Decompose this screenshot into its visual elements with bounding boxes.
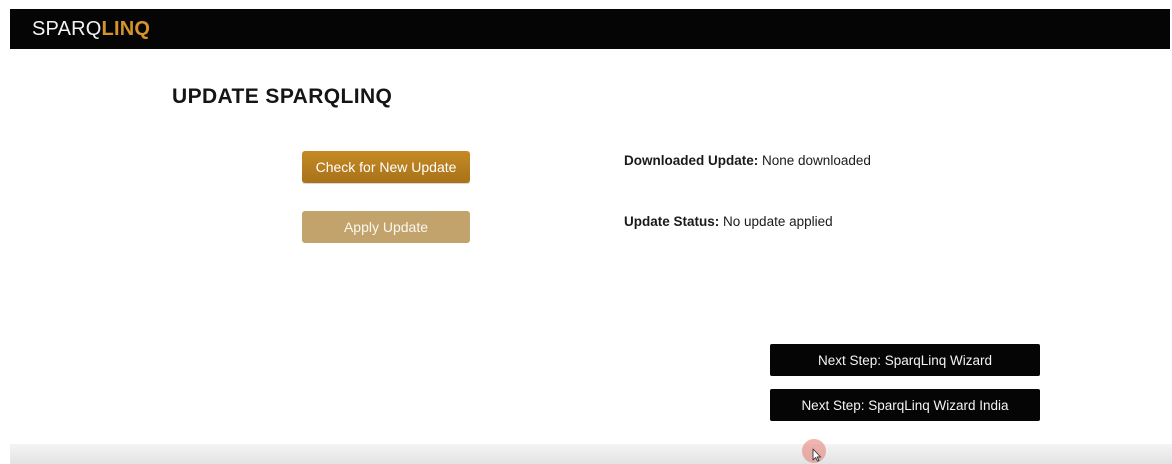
update-status-value: No update applied <box>723 214 833 229</box>
downloaded-update-status: Downloaded Update: None downloaded <box>624 152 871 170</box>
mouse-pointer-icon <box>812 448 822 462</box>
brand-logo[interactable]: SPARQLINQ <box>32 18 150 40</box>
downloaded-update-label: Downloaded Update: <box>624 153 759 168</box>
check-for-update-button[interactable]: Check for New Update <box>302 151 470 183</box>
next-step-wizard-button[interactable]: Next Step: SparqLinq Wizard <box>770 344 1040 376</box>
update-status: Update Status: No update applied <box>624 213 833 231</box>
downloaded-update-value: None downloaded <box>762 153 871 168</box>
update-status-label: Update Status: <box>624 214 720 229</box>
page-title: UPDATE SPARQLINQ <box>172 85 393 108</box>
top-header-bar: SPARQLINQ <box>10 9 1170 49</box>
brand-accent: LINQ <box>101 18 151 40</box>
brand-prefix: SPARQ <box>32 18 102 40</box>
bottom-bar <box>10 444 1172 464</box>
next-step-wizard-india-button[interactable]: Next Step: SparqLinq Wizard India <box>770 389 1040 421</box>
apply-update-button[interactable]: Apply Update <box>302 211 470 243</box>
